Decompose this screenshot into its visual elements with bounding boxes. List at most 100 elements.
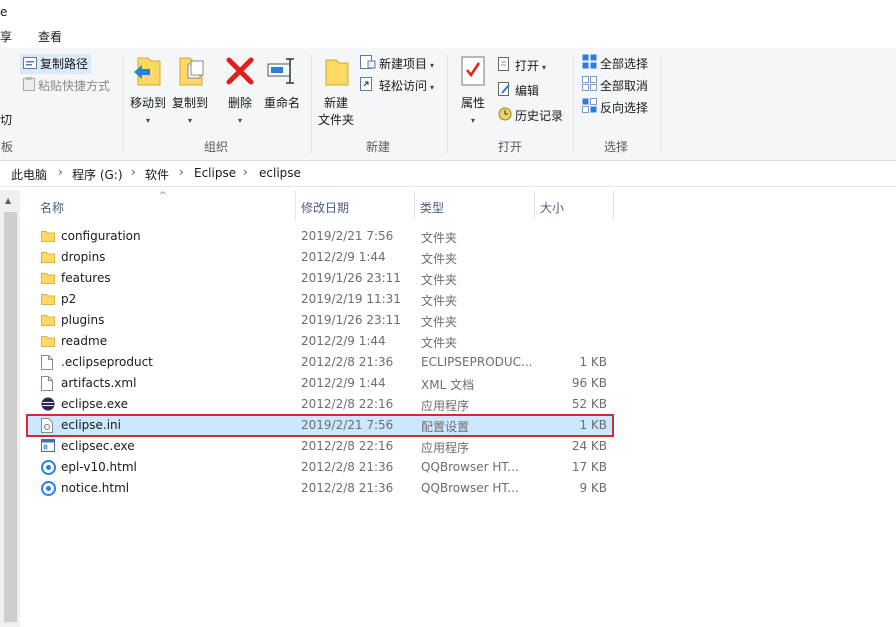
file-name: configuration [61,229,141,243]
column-header-size[interactable]: 大小 [540,199,564,216]
file-row[interactable]: p2 2019/2/19 11:31 文件夹 [27,289,613,310]
breadcrumb-item[interactable]: Eclipse [194,166,236,180]
properties-icon [456,54,490,91]
sort-ascending-icon: ^ [159,191,167,201]
rename-button[interactable]: 重命名 [262,54,302,112]
properties-label: 属性 [460,96,485,110]
file-type: 配置设置 [421,420,470,434]
easy-access-label: 轻松访问 [379,79,428,93]
column-header-name[interactable]: 名称 [40,199,64,216]
file-type: QQBrowser HT... [421,481,519,495]
file-name: readme [61,334,108,348]
select-none-label: 全部取消 [600,79,649,93]
column-divider[interactable] [613,190,614,220]
new-folder-icon [316,54,356,91]
file-row[interactable]: .eclipseproduct 2012/2/8 21:36 ECLIPSEPROD… [27,352,613,373]
file-row[interactable]: eclipsec.exe 2012/2/8 22:16 应用程序 24 KB [27,436,613,457]
easy-access-icon [360,76,376,97]
chevron-down-icon: ▾ [237,116,242,125]
ribbon: 复制路径 粘贴快捷方式 切 板 移动到 ▾ 复制到 ▾ 删除 ▾ 重命名 组织 [0,48,896,161]
clipboard-group-label: 板 [0,140,13,154]
tab-view[interactable]: 查看 [38,28,62,45]
copy-path-label: 复制路径 [40,57,89,71]
scroll-up-icon[interactable]: ▲ [5,196,11,205]
file-name: eclipse.ini [61,418,121,432]
file-name: p2 [61,292,77,306]
properties-button[interactable]: 属性 ▾ [456,54,490,126]
window-title: e [0,5,8,19]
invert-selection-button[interactable]: 反向选择 [582,98,648,118]
delete-icon [225,54,255,91]
file-row[interactable]: features 2019/1/26 23:11 文件夹 [27,268,613,289]
chevron-down-icon: ▾ [145,116,150,125]
separator [447,54,448,154]
breadcrumb-item[interactable]: 软件 [145,166,169,183]
separator [660,54,661,154]
breadcrumb-item[interactable]: 此电脑 [11,166,47,183]
column-header-date[interactable]: 修改日期 [301,199,349,216]
easy-access-button[interactable]: 轻松访问 ▾ [360,76,434,96]
copy-to-icon [170,54,210,91]
file-size: 52 KB [571,397,607,411]
move-to-button[interactable]: 移动到 ▾ [128,54,168,126]
new-folder-button[interactable]: 新建 文件夹 [316,54,356,129]
history-label: 历史记录 [515,109,564,123]
breadcrumb-item[interactable]: eclipse [259,166,301,180]
paste-shortcut-button[interactable]: 粘贴快捷方式 [23,76,110,96]
copy-path-button[interactable]: 复制路径 [20,54,92,75]
file-date: 2019/2/21 7:56 [301,229,394,243]
rename-icon [262,54,302,91]
file-row[interactable]: readme 2012/2/9 1:44 文件夹 [27,331,613,352]
column-header-row: 名称 修改日期 类型 大小 [22,190,896,222]
new-folder-label-2: 文件夹 [317,113,354,127]
select-none-button[interactable]: 全部取消 [582,76,648,96]
chevron-down-icon: ▾ [470,116,475,125]
history-button[interactable]: 历史记录 [498,106,563,126]
column-header-type[interactable]: 类型 [420,199,444,216]
file-row[interactable]: eclipse.exe 2012/2/8 22:16 应用程序 52 KB [27,394,613,415]
file-name: features [61,271,111,285]
file-date: 2019/1/26 23:11 [301,271,401,285]
file-row[interactable]: dropins 2012/2/9 1:44 文件夹 [27,247,613,268]
file-row[interactable]: notice.html 2012/2/8 21:36 QQBrowser HT...… [27,478,613,499]
file-type: 文件夹 [421,252,458,266]
open-button[interactable]: 打开 ▾ [498,56,546,76]
open-label: 打开 [515,59,540,73]
file-type: 文件夹 [421,294,458,308]
folder-icon [41,229,55,245]
file-row[interactable]: artifacts.xml 2012/2/9 1:44 XML 文档 96 KB [27,373,613,394]
scrollbar-thumb[interactable] [4,212,17,622]
file-row[interactable]: configuration 2019/2/21 7:56 文件夹 [27,226,613,247]
column-divider[interactable] [414,190,415,220]
folder-icon [41,271,55,287]
file-row[interactable]: plugins 2019/1/26 23:11 文件夹 [27,310,613,331]
open-icon [498,56,512,77]
file-type: 文件夹 [421,231,458,245]
new-item-button[interactable]: 新建项目 ▾ [360,54,434,74]
tab-share[interactable]: 享 [0,28,12,45]
copy-to-button[interactable]: 复制到 ▾ [170,54,210,126]
separator [123,54,124,154]
file-name: epl-v10.html [61,460,137,474]
chevron-down-icon: ▾ [430,83,435,92]
chevron-right-icon[interactable]: › [58,165,63,179]
select-all-button[interactable]: 全部选择 [582,54,648,74]
chevron-right-icon[interactable]: › [179,165,184,179]
file-type: 应用程序 [421,441,470,455]
file-size: 1 KB [579,418,607,432]
chevron-right-icon[interactable]: › [243,165,248,179]
copy-path-icon [23,55,37,75]
column-divider[interactable] [295,190,296,220]
file-row[interactable]: epl-v10.html 2012/2/8 21:36 QQBrowser HT..… [27,457,613,478]
organize-group-label: 组织 [203,140,228,154]
file-name: dropins [61,250,106,264]
breadcrumb-item[interactable]: 程序 (G:) [72,166,123,183]
column-divider[interactable] [534,190,535,220]
cut-button[interactable]: 切 [0,110,12,130]
file-row[interactable]: eclipse.ini 2019/2/21 7:56 配置设置 1 KB [26,414,614,437]
select-all-icon [582,54,597,75]
chevron-right-icon[interactable]: › [131,165,136,179]
delete-button[interactable]: 删除 ▾ [225,54,255,126]
edit-button[interactable]: 编辑 [498,81,539,101]
file-date: 2012/2/9 1:44 [301,334,386,348]
